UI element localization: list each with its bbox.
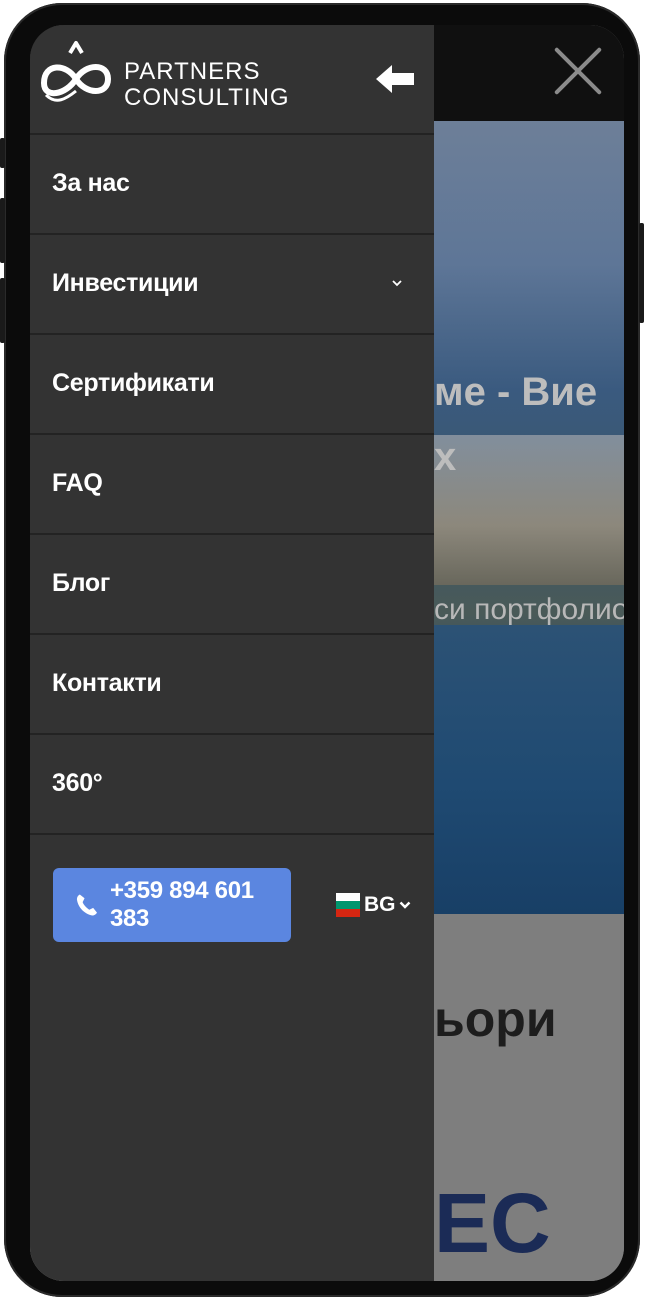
- menu-item-investments[interactable]: Инвестиции: [30, 235, 434, 335]
- chevron-down-icon[interactable]: [392, 278, 402, 288]
- hero-buildings: [434, 435, 624, 585]
- menu-item-about[interactable]: За нас: [30, 135, 434, 235]
- menu-item-label: 360°: [52, 769, 103, 797]
- arrow-left-icon: [376, 65, 414, 93]
- hero-title: ме - Вие: [434, 370, 598, 414]
- flag-stripe: [336, 893, 360, 901]
- language-selector[interactable]: BG: [336, 893, 411, 917]
- brand-name: PARTNERS CONSULTING: [124, 59, 290, 111]
- brand-line2: CONSULTING: [124, 84, 290, 111]
- menu-item-label: Инвестиции: [52, 269, 199, 297]
- menu-item-360[interactable]: 360°: [30, 735, 434, 835]
- menu-item-label: Контакти: [52, 669, 162, 697]
- hero-water: [434, 625, 624, 914]
- drawer-header: PARTNERS CONSULTING: [30, 25, 434, 135]
- partner-logo: EC: [434, 1176, 551, 1270]
- menu-item-label: FAQ: [52, 469, 103, 497]
- brand-logo[interactable]: PARTNERS CONSULTING: [36, 39, 289, 121]
- logo-mark-icon: [40, 41, 112, 102]
- hero-subtitle: си портфолио: [434, 593, 624, 626]
- section-heading: ьори: [434, 991, 557, 1047]
- phone-number: +359 894 601 383: [109, 877, 254, 932]
- close-icon[interactable]: [550, 43, 606, 99]
- side-button: [0, 138, 5, 168]
- drawer-footer: +359 894 601 383 BG: [30, 837, 434, 977]
- nav-drawer: PARTNERS CONSULTING За нас Инвестиции Се…: [30, 25, 434, 1281]
- menu-item-contacts[interactable]: Контакти: [30, 635, 434, 735]
- bulgaria-flag-icon: [336, 893, 360, 917]
- phone-frame: ме - Вие х си портфолио ьори EC PARTNERS…: [0, 3, 644, 1297]
- phone-icon: [76, 894, 97, 916]
- menu-item-certificates[interactable]: Сертификати: [30, 335, 434, 435]
- menu-item-blog[interactable]: Блог: [30, 535, 434, 635]
- language-code: BG: [364, 893, 396, 916]
- side-button: [0, 278, 5, 343]
- brand-line1: PARTNERS: [124, 58, 261, 85]
- menu-item-label: Сертификати: [52, 369, 215, 397]
- flag-stripe: [336, 901, 360, 909]
- menu-item-label: За нас: [52, 169, 130, 197]
- hero-title-line2: х: [434, 435, 457, 479]
- flag-stripe: [336, 909, 360, 917]
- side-button: [639, 223, 644, 323]
- side-button: [0, 198, 5, 263]
- menu-item-label: Блог: [52, 569, 111, 597]
- chevron-down-icon: [399, 901, 410, 909]
- back-button[interactable]: [374, 59, 418, 99]
- screen: ме - Вие х си портфолио ьори EC PARTNERS…: [30, 25, 624, 1281]
- menu-item-faq[interactable]: FAQ: [30, 435, 434, 535]
- main-menu: За нас Инвестиции Сертификати FAQ Блог К…: [30, 135, 434, 835]
- call-button[interactable]: +359 894 601 383: [53, 868, 291, 942]
